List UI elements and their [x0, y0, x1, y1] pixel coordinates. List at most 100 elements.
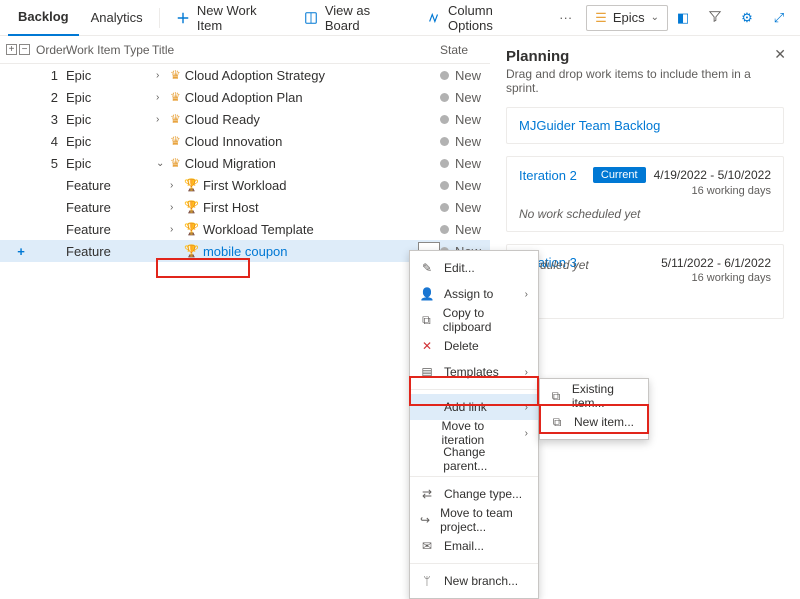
panel-icon: ◧	[677, 10, 689, 26]
submenu-new-item[interactable]: ⧉New item...	[540, 409, 648, 435]
planning-subtitle: Drag and drop work items to include them…	[506, 67, 784, 95]
chevron-icon[interactable]: ›	[170, 180, 180, 191]
view-as-board-label: View as Board	[325, 3, 405, 33]
iteration-3-box[interactable]: Iteration 3 5/11/2022 - 6/1/2022 16 work…	[506, 244, 784, 319]
ctx-change-parent[interactable]: Change parent...	[410, 446, 538, 472]
new-item-icon: ⧉	[550, 415, 564, 430]
new-work-item-button[interactable]: New Work Item	[166, 4, 292, 32]
state-label: New	[455, 68, 481, 83]
ctx-delete-label: Delete	[444, 339, 479, 353]
chevron-icon[interactable]: ⌄	[156, 158, 166, 169]
context-menu: ✎Edit... 👤Assign to› ⧉Copy to clipboard …	[409, 250, 539, 599]
team-backlog-box[interactable]: MJGuider Team Backlog	[506, 107, 784, 144]
tab-backlog-label: Backlog	[18, 9, 69, 24]
tab-analytics[interactable]: Analytics	[81, 0, 153, 36]
ctx-change-type-label: Change type...	[444, 487, 522, 501]
column-options-button[interactable]: Column Options	[417, 4, 547, 32]
ctx-delete[interactable]: ✕ Delete	[410, 333, 538, 359]
table-row[interactable]: 5Epic⌄♛Cloud MigrationNew	[0, 152, 490, 174]
chevron-icon[interactable]: ›	[170, 202, 180, 213]
work-item-title[interactable]: Cloud Migration	[185, 156, 276, 171]
table-row[interactable]: 4Epic♛Cloud InnovationNew	[0, 130, 490, 152]
ctx-assign-label: Assign to	[444, 287, 493, 301]
state-label: New	[455, 112, 481, 127]
epic-icon: ♛	[170, 112, 181, 126]
iteration-3-days: 16 working days	[519, 272, 771, 284]
chevron-icon[interactable]: ›	[156, 92, 166, 103]
ctx-assign-to[interactable]: 👤Assign to›	[410, 281, 538, 307]
work-item-title[interactable]: Cloud Adoption Plan	[185, 90, 303, 105]
fullscreen-button[interactable]: ⤢	[766, 5, 792, 31]
table-row[interactable]: 2Epic›♛Cloud Adoption PlanNew	[0, 86, 490, 108]
toggle-panel-button[interactable]: ◧	[670, 5, 696, 31]
ctx-edit[interactable]: ✎Edit...	[410, 255, 538, 281]
col-state[interactable]: State	[440, 43, 490, 57]
table-row[interactable]: Feature›🏆First WorkloadNew	[0, 174, 490, 196]
col-order[interactable]: Order	[36, 43, 66, 57]
col-type[interactable]: Work Item Type	[66, 43, 152, 57]
ctx-change-parent-label: Change parent...	[443, 445, 528, 473]
col-title[interactable]: Title	[152, 43, 440, 57]
state-dot-icon	[440, 93, 449, 102]
ctx-move-project[interactable]: ↪ Move to team project...	[410, 507, 538, 533]
move-icon: ↪	[420, 513, 430, 527]
state-label: New	[455, 90, 481, 105]
ctx-copy-label: Copy to clipboard	[443, 306, 528, 334]
chevron-icon[interactable]: ›	[156, 114, 166, 125]
ctx-new-branch[interactable]: ᛘNew branch...	[410, 568, 538, 594]
state-dot-icon	[440, 203, 449, 212]
chevron-right-icon: ›	[525, 428, 528, 439]
table-row[interactable]: 1Epic›♛Cloud Adoption StrategyNew	[0, 64, 490, 86]
work-item-title[interactable]: First Workload	[203, 178, 287, 193]
work-item-title[interactable]: Cloud Innovation	[185, 134, 283, 149]
settings-button[interactable]: ⚙	[734, 5, 760, 31]
epic-icon: ♛	[170, 68, 181, 82]
work-item-title[interactable]: Cloud Ready	[185, 112, 260, 127]
ctx-email[interactable]: ✉Email...	[410, 533, 538, 559]
tab-analytics-label: Analytics	[91, 10, 143, 25]
iteration-3-dates: 5/11/2022 - 6/1/2022	[661, 256, 771, 270]
feature-icon: 🏆	[184, 222, 199, 236]
branch-icon: ᛘ	[420, 574, 434, 588]
chevron-down-icon: ⌄	[651, 12, 659, 23]
team-backlog-name: MJGuider Team Backlog	[519, 118, 771, 133]
table-row[interactable]: Feature›🏆First HostNew	[0, 196, 490, 218]
change-type-icon: ⇄	[420, 487, 434, 501]
ctx-add-link[interactable]: Add link›	[410, 394, 538, 420]
work-item-title[interactable]: Workload Template	[203, 222, 314, 237]
work-item-title[interactable]: Cloud Adoption Strategy	[185, 68, 325, 83]
view-as-board-button[interactable]: View as Board	[294, 4, 415, 32]
iteration-2-box[interactable]: Iteration 2 Current 4/19/2022 - 5/10/202…	[506, 156, 784, 232]
ctx-change-type[interactable]: ⇄ Change type...	[410, 481, 538, 507]
chevron-icon[interactable]: ›	[170, 224, 180, 235]
state-label: New	[455, 156, 481, 171]
expand-all-icon[interactable]: +	[6, 44, 17, 55]
close-panel-button[interactable]: ✕	[774, 46, 786, 63]
ctx-move-project-label: Move to team project...	[440, 506, 528, 534]
state-dot-icon	[440, 181, 449, 190]
submenu-existing-item[interactable]: ⧉Existing item...	[540, 383, 648, 409]
backlog-level-selector[interactable]: ☰ Epics ⌄	[586, 5, 668, 31]
ctx-templates[interactable]: ▤Templates›	[410, 359, 538, 385]
delete-icon: ✕	[420, 339, 434, 353]
edit-icon: ✎	[420, 261, 434, 275]
collapse-all-icon[interactable]: −	[19, 44, 30, 55]
chevron-icon[interactable]: ›	[156, 70, 166, 81]
tab-backlog[interactable]: Backlog	[8, 0, 79, 36]
work-item-title[interactable]: mobile coupon	[203, 244, 288, 259]
filter-button[interactable]	[702, 5, 728, 31]
toolbar-more-button[interactable]: ···	[549, 4, 582, 32]
epic-icon: ♛	[170, 156, 181, 170]
feature-icon: 🏆	[184, 244, 199, 258]
iteration-2-days: 16 working days	[519, 185, 771, 197]
plus-icon	[176, 10, 191, 26]
table-row[interactable]: 3Epic›♛Cloud ReadyNew	[0, 108, 490, 130]
work-item-title[interactable]: First Host	[203, 200, 259, 215]
epic-icon: ♛	[170, 90, 181, 104]
table-row[interactable]: Feature›🏆Workload TemplateNew	[0, 218, 490, 240]
filter-icon	[708, 9, 722, 26]
ctx-move-iteration[interactable]: Move to iteration›	[410, 420, 538, 446]
ctx-copy[interactable]: ⧉Copy to clipboard	[410, 307, 538, 333]
chevron-right-icon: ›	[525, 402, 528, 413]
person-icon: 👤	[420, 287, 434, 301]
